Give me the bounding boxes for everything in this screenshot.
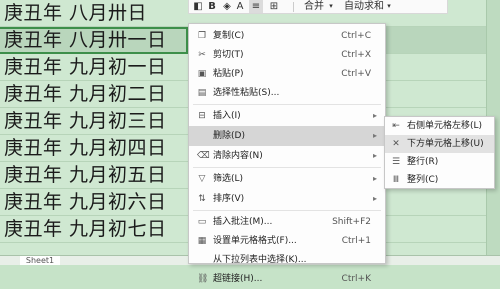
- border-icon[interactable]: ⊞: [267, 0, 281, 13]
- submenu-item-label: 下方单元格上移(U): [407, 139, 484, 149]
- submenu-item-label: 整列(C): [407, 175, 439, 185]
- menu-item-hyperlink[interactable]: ⛓ 超链接(H)... Ctrl+K: [189, 269, 385, 289]
- menu-item-cut[interactable]: ✂ 剪切(T) Ctrl+X: [189, 45, 385, 65]
- menu-item-label: 插入批注(M)...: [213, 217, 273, 227]
- fill-color-icon[interactable]: ◈: [221, 0, 233, 13]
- font-color-icon[interactable]: A: [235, 0, 245, 13]
- format-cells-icon: ▦: [197, 236, 207, 246]
- comment-icon: ▭: [197, 217, 207, 227]
- menu-item-insert[interactable]: ⊟ 插入(I) ▸: [189, 106, 385, 126]
- menu-item-shortcut: Shift+F2: [332, 217, 371, 227]
- menu-item-shortcut: Ctrl+X: [341, 50, 371, 60]
- menu-item-clear[interactable]: ⌫ 清除内容(N) ▸: [189, 146, 385, 166]
- menu-item-label: 清除内容(N): [213, 151, 263, 161]
- submenu-item-shift-up[interactable]: ✕ 下方单元格上移(U): [385, 135, 494, 153]
- menu-item-label: 选择性粘贴(S)...: [213, 88, 280, 98]
- cell[interactable]: 庚丑年 九月初四日: [4, 136, 167, 160]
- insert-icon: ⊟: [198, 111, 206, 121]
- menu-item-shortcut: Ctrl+1: [341, 236, 371, 246]
- cell[interactable]: 庚丑年 九月初六日: [4, 190, 167, 214]
- submenu-item-entire-col[interactable]: Ⅲ 整列(C): [385, 171, 494, 189]
- menu-item-shortcut: Ctrl+K: [341, 274, 371, 284]
- menu-item-sort[interactable]: ⇅ 排序(V) ▸: [189, 189, 385, 209]
- shift-left-icon: ⇤: [392, 121, 400, 131]
- copy-icon: ❐: [197, 31, 207, 41]
- toolbar-separator: [293, 2, 294, 12]
- menu-item-paste-special[interactable]: ▤ 选择性粘贴(S)...: [189, 83, 385, 103]
- chevron-right-icon: ▸: [372, 151, 377, 160]
- menu-item-label: 插入(I): [213, 111, 241, 121]
- chevron-right-icon: ▸: [372, 194, 377, 203]
- autosum-button[interactable]: 自动求和: [343, 0, 385, 13]
- link-icon: ⛓: [197, 274, 209, 284]
- menu-item-insert-comment[interactable]: ▭ 插入批注(M)... Shift+F2: [189, 212, 385, 232]
- menu-item-shortcut: Ctrl+C: [341, 31, 371, 41]
- submenu-item-entire-row[interactable]: ☰ 整行(R): [385, 153, 494, 171]
- paste-special-icon: ▤: [197, 88, 207, 98]
- menu-item-paste[interactable]: ▣ 粘贴(P) Ctrl+V: [189, 64, 385, 84]
- menu-item-format-cells[interactable]: ▦ 设置单元格格式(F)... Ctrl+1: [189, 231, 385, 251]
- format-painter-icon[interactable]: ◧: [193, 0, 203, 13]
- menu-item-label: 设置单元格格式(F)...: [213, 236, 297, 246]
- menu-item-copy[interactable]: ❐ 复制(C) Ctrl+C: [189, 26, 385, 46]
- menu-item-label: 删除(D): [213, 131, 245, 141]
- chevron-right-icon: ▸: [372, 111, 377, 120]
- align-icon[interactable]: ≡: [249, 0, 263, 13]
- cell[interactable]: 庚丑年 九月初七日: [4, 217, 167, 241]
- eraser-icon: ⌫: [197, 151, 210, 161]
- merge-button[interactable]: 合并: [301, 0, 327, 13]
- cell[interactable]: 庚丑年 九月初一日: [4, 55, 167, 79]
- entire-row-icon: ☰: [391, 157, 401, 167]
- filter-icon: ▽: [198, 174, 206, 184]
- chevron-down-icon[interactable]: ▾: [327, 0, 335, 13]
- paste-icon: ▣: [197, 69, 207, 79]
- menu-item-label: 筛选(L): [213, 174, 244, 184]
- menu-item-label: 从下拉列表中选择(K)...: [213, 255, 307, 265]
- shift-up-icon: ✕: [392, 139, 400, 149]
- chevron-right-icon: ▸: [372, 174, 377, 183]
- menu-separator: [193, 210, 381, 211]
- delete-submenu: ⇤ 右侧单元格左移(L) ✕ 下方单元格上移(U) ☰ 整行(R) Ⅲ 整列(C…: [384, 116, 495, 189]
- menu-item-label: 复制(C): [213, 31, 245, 41]
- menu-item-label: 排序(V): [213, 194, 245, 204]
- submenu-item-label: 整行(R): [407, 157, 439, 167]
- menu-item-pick-list[interactable]: 从下拉列表中选择(K)...: [189, 250, 385, 270]
- cell[interactable]: 庚丑年 九月初三日: [4, 109, 167, 133]
- menu-item-shortcut: Ctrl+V: [341, 69, 371, 79]
- submenu-item-label: 右侧单元格左移(L): [407, 121, 483, 131]
- bold-button[interactable]: B: [207, 0, 217, 13]
- sort-icon: ⇅: [198, 194, 206, 204]
- cell[interactable]: 庚丑年 九月初五日: [4, 163, 167, 187]
- context-menu: ❐ 复制(C) Ctrl+C ✂ 剪切(T) Ctrl+X ▣ 粘贴(P) Ct…: [188, 23, 386, 284]
- submenu-item-shift-left[interactable]: ⇤ 右侧单元格左移(L): [385, 117, 494, 135]
- entire-column-icon: Ⅲ: [392, 175, 400, 185]
- cell[interactable]: 庚丑年 九月初二日: [4, 82, 167, 106]
- menu-item-filter[interactable]: ▽ 筛选(L) ▸: [189, 169, 385, 189]
- menu-item-delete[interactable]: 删除(D) ▸: [189, 126, 385, 146]
- mini-toolbar: ◧ B ◈ A ≡ ⊞ 合并 ▾ 自动求和 ▾: [188, 0, 448, 14]
- chevron-right-icon: ▸: [372, 131, 377, 140]
- menu-separator: [193, 167, 381, 168]
- selection-border: [0, 27, 188, 54]
- menu-item-label: 粘贴(P): [213, 69, 244, 79]
- menu-item-label: 剪切(T): [213, 50, 244, 60]
- cell[interactable]: 庚丑年 八月卅日: [4, 1, 147, 25]
- menu-item-label: 超链接(H)...: [213, 274, 263, 284]
- menu-separator: [193, 104, 381, 105]
- scissors-icon: ✂: [198, 50, 206, 60]
- chevron-down-icon[interactable]: ▾: [385, 0, 393, 13]
